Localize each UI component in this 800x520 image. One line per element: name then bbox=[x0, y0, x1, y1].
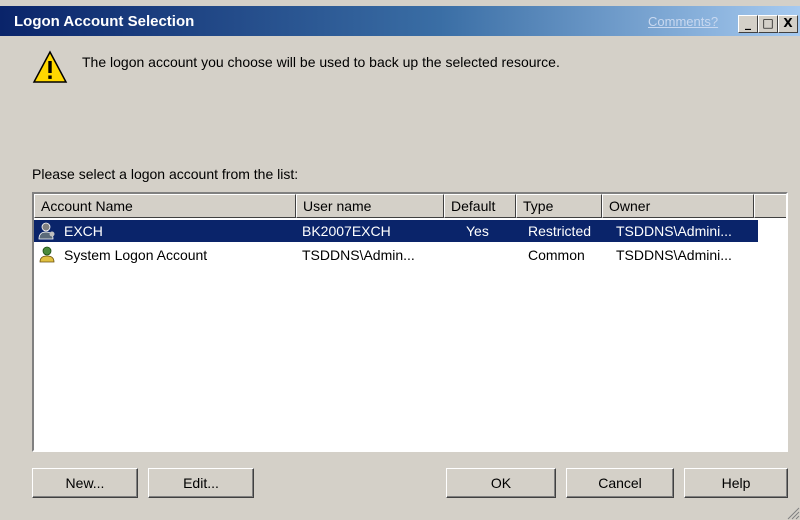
close-button[interactable]: X bbox=[778, 15, 798, 33]
list-label: Please select a logon account from the l… bbox=[32, 166, 299, 182]
list-row-exch[interactable]: EXCH BK2007EXCH Yes Restricted TSDDNS\Ad… bbox=[34, 220, 758, 242]
cell-user-name: BK2007EXCH bbox=[302, 223, 391, 239]
cell-user-name: TSDDNS\Admin... bbox=[302, 247, 415, 263]
user-key-icon bbox=[38, 222, 55, 240]
window-title: Logon Account Selection bbox=[14, 13, 195, 30]
column-header-type[interactable]: Type bbox=[516, 194, 602, 218]
message-text: The logon account you choose will be use… bbox=[82, 54, 560, 70]
column-header-account-name[interactable]: Account Name bbox=[34, 194, 296, 218]
account-list[interactable]: Account Name User name Default Type Owne… bbox=[32, 192, 788, 452]
comments-link[interactable]: Comments? bbox=[648, 14, 718, 29]
cancel-button[interactable]: Cancel bbox=[566, 468, 674, 498]
cell-type: Restricted bbox=[528, 223, 592, 239]
cell-default: Yes bbox=[466, 223, 489, 239]
dialog-window: Logon Account Selection Comments? _ □ X … bbox=[0, 0, 800, 520]
ok-button[interactable]: OK bbox=[446, 468, 556, 498]
edit-button[interactable]: Edit... bbox=[148, 468, 254, 498]
cell-account-name: EXCH bbox=[64, 223, 103, 239]
new-button[interactable]: New... bbox=[32, 468, 138, 498]
column-header-owner[interactable]: Owner bbox=[602, 194, 754, 218]
help-button[interactable]: Help bbox=[684, 468, 788, 498]
cell-type: Common bbox=[528, 247, 585, 263]
cell-owner: TSDDNS\Admini... bbox=[616, 247, 732, 263]
maximize-button[interactable]: □ bbox=[758, 15, 778, 33]
cell-account-name: System Logon Account bbox=[64, 247, 208, 263]
title-bar: Logon Account Selection Comments? _ □ X bbox=[0, 6, 800, 36]
column-header-user-name[interactable]: User name bbox=[296, 194, 444, 218]
cell-owner: TSDDNS\Admini... bbox=[616, 223, 732, 239]
column-header-filler bbox=[754, 194, 786, 218]
list-row-system-logon[interactable]: System Logon Account TSDDNS\Admin... Com… bbox=[34, 244, 758, 266]
warning-icon bbox=[32, 50, 68, 83]
column-header-default[interactable]: Default bbox=[444, 194, 516, 218]
resize-grip-icon[interactable] bbox=[786, 506, 800, 520]
minimize-button[interactable]: _ bbox=[738, 15, 758, 33]
system-user-icon bbox=[39, 246, 55, 263]
